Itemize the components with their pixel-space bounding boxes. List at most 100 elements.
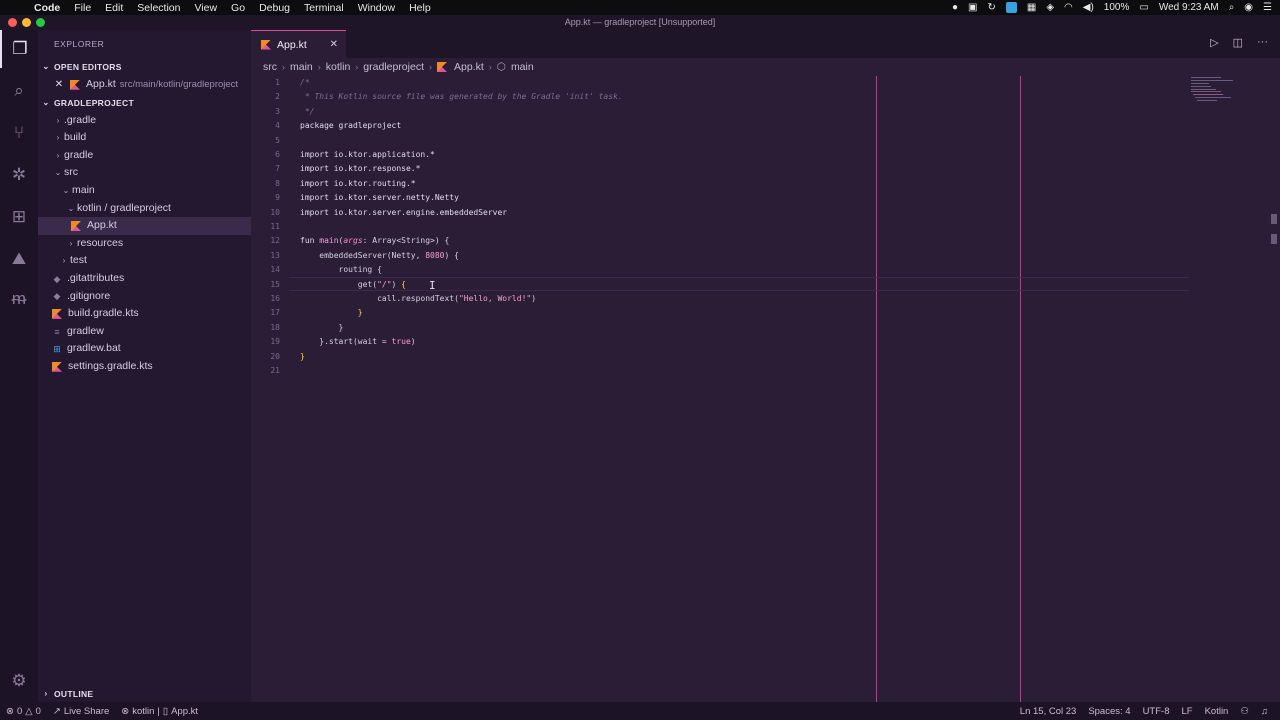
grid-icon[interactable]: ▦ [1027,2,1036,13]
tree-item-gradle-dir[interactable]: › .gradle [38,112,251,130]
menu-app[interactable]: Code [28,2,68,14]
line-number: 8 [275,179,280,188]
outline-section[interactable]: › OUTLINE [38,685,251,703]
tree-item-app-kt[interactable]: App.kt [38,217,251,235]
code-line: import io.ktor.server.netty.Netty [300,193,459,202]
line-number: 7 [275,164,280,173]
docker-icon[interactable]: ▣ [968,2,977,13]
menu-file[interactable]: File [68,2,99,14]
clock[interactable]: Wed 9:23 AM [1159,2,1219,13]
minimize-window-button[interactable] [22,18,31,27]
code-editor[interactable]: 1 2 3 4 5 6 7 8 9 10 11 12 13 14 15 16 1… [251,76,1189,702]
wifi-icon[interactable]: ◠ [1064,2,1073,13]
more-actions-icon[interactable]: ··· [1257,36,1268,49]
shield-icon[interactable]: ◈ [1046,2,1054,13]
debug-icon[interactable]: ✲ [0,156,38,194]
eol-setting[interactable]: LF [1175,706,1198,717]
scrollbar-thumb[interactable] [1271,214,1277,224]
menu-terminal[interactable]: Terminal [298,2,352,14]
tree-item-gitattributes[interactable]: ◆ .gitattributes [38,270,251,288]
sync-icon[interactable]: ↻ [987,2,995,13]
kotlin-context-indicator[interactable]: ⊗ kotlin | ▯ App.kt [115,706,204,717]
remote-explorer-icon[interactable]: ⛰ [0,240,38,278]
breadcrumb-gradleproject[interactable]: gradleproject [363,61,424,73]
tweet-feedback-icon[interactable]: ⚇ [1234,706,1255,717]
tab-label: App.kt [277,38,307,51]
kotlin-status-icon: ⊗ [121,705,130,717]
tree-item-gitignore[interactable]: ◆ .gitignore [38,288,251,306]
tree-item-test[interactable]: › test [38,252,251,270]
notifications-bell-icon[interactable]: ♫ [1255,706,1274,717]
breadcrumb-main[interactable]: main [290,61,313,73]
menu-view[interactable]: View [188,2,225,14]
indentation-setting[interactable]: Spaces: 4 [1082,706,1136,717]
scrollbar-marker [1271,234,1277,244]
spotlight-icon[interactable]: ⌕ [1229,2,1235,13]
breadcrumb-src[interactable]: src [263,61,277,73]
menu-window[interactable]: Window [352,2,403,14]
tree-item-build-gradle-kts[interactable]: build.gradle.kts [38,305,251,323]
user-icon[interactable]: ◉ [1244,2,1253,13]
tab-app-kt[interactable]: App.kt ✕ [251,30,346,58]
minimap[interactable] [1189,76,1280,702]
tree-item-resources[interactable]: › resources [38,235,251,253]
line-number: 12 [270,236,280,245]
open-editor-filename: App.kt [86,78,116,90]
code-line: } [300,308,363,317]
project-section[interactable]: ⌄ GRADLEPROJECT [38,94,251,112]
menu-help[interactable]: Help [403,2,439,14]
tree-item-gradle[interactable]: › gradle [38,147,251,165]
menu-edit[interactable]: Edit [99,2,131,14]
breadcrumb-symbol[interactable]: main [511,61,534,73]
close-icon[interactable]: ✕ [52,76,66,94]
search-icon[interactable]: ⌕ [0,72,38,110]
extensions-icon[interactable]: ⊞ [0,198,38,236]
breadcrumb: src › main › kotlin › gradleproject › Ap… [251,58,1280,76]
menu-go[interactable]: Go [225,2,253,14]
live-share-icon: ↗ [52,705,61,717]
zoom-window-button[interactable] [36,18,45,27]
open-editor-item[interactable]: ✕ App.kt src/main/kotlin/gradleproject [38,76,251,94]
tree-item-gradlew-bat[interactable]: ⊞ gradlew.bat [38,340,251,358]
live-share-button[interactable]: ↗ Live Share [47,706,115,717]
tree-item-src[interactable]: ⌄ src [38,164,251,182]
notification-center-icon[interactable]: ☰ [1263,2,1272,13]
explorer-icon[interactable]: ❐ [0,30,38,68]
explorer-header: EXPLORER [54,39,105,49]
chevron-right-icon: › [488,62,492,72]
app-status-icon[interactable] [1005,2,1017,13]
tree-item-settings-gradle-kts[interactable]: settings.gradle.kts [38,358,251,376]
record-icon[interactable]: ● [952,2,958,13]
code-line: embeddedServer(Netty, 8080) { [300,251,459,260]
m-extension-icon[interactable]: ᵯ [0,280,38,318]
code-line: package gradleproject [300,121,402,130]
code-line: /* [300,78,310,87]
close-tab-icon[interactable]: ✕ [330,39,338,50]
settings-gear-icon[interactable]: ⚙ [0,662,38,700]
tree-item-kotlin-gradleproject[interactable]: ⌄ kotlin / gradleproject [38,200,251,218]
source-control-icon[interactable]: ⑂ [0,114,38,152]
tree-item-main[interactable]: ⌄ main [38,182,251,200]
split-editor-icon[interactable]: ◫ [1233,36,1243,49]
code-line: import io.ktor.routing.* [300,179,416,188]
open-editors-section[interactable]: ⌄ OPEN EDITORS [38,58,251,76]
tree-item-build[interactable]: › build [38,129,251,147]
close-window-button[interactable] [8,18,17,27]
window-title-bar: App.kt — gradleproject [Unsupported] [0,15,1280,30]
language-mode[interactable]: Kotlin [1199,706,1235,717]
breadcrumb-kotlin[interactable]: kotlin [326,61,351,73]
editor-tab-bar: App.kt ✕ ▷ ◫ ··· [251,30,1280,58]
code-line: import io.ktor.application.* [300,150,435,159]
battery-label[interactable]: 100% [1104,2,1130,13]
problems-indicator[interactable]: ⊗ 0 △ 0 [0,706,47,717]
tree-item-gradlew[interactable]: ≡ gradlew [38,323,251,341]
menu-selection[interactable]: Selection [131,2,188,14]
cursor-position[interactable]: Ln 15, Col 23 [1014,706,1083,717]
minimap-line [1191,91,1221,92]
run-icon[interactable]: ▷ [1210,36,1218,49]
code-line: * This Kotlin source file was generated … [300,92,623,101]
menu-debug[interactable]: Debug [253,2,298,14]
encoding-setting[interactable]: UTF-8 [1137,706,1176,717]
breadcrumb-file[interactable]: App.kt [454,61,484,73]
volume-icon[interactable]: ◀) [1083,2,1094,13]
